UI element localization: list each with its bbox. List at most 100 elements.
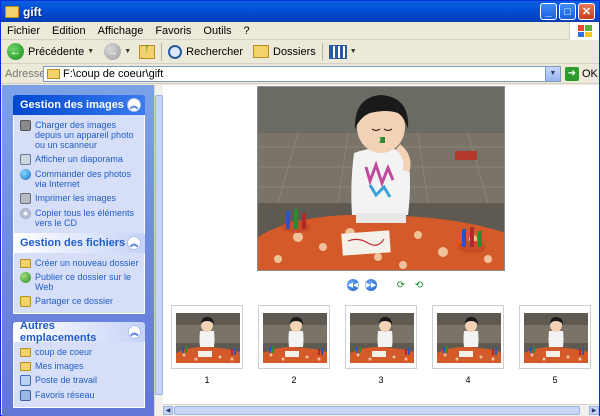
search-button[interactable]: Rechercher [168, 44, 243, 59]
horizontal-scrollbar[interactable]: ◀ ▶ [163, 404, 599, 416]
next-image-button[interactable]: ▶▶ [365, 279, 377, 291]
go-arrow-icon: ➜ [565, 66, 579, 81]
menu-help[interactable]: ? [238, 25, 256, 37]
chevron-down-icon[interactable]: ▼ [124, 48, 131, 55]
task-pane-scrollbar[interactable] [154, 85, 163, 416]
task-label[interactable]: Imprimer les images [35, 193, 116, 203]
task-slideshow[interactable]: Afficher un diaporama [20, 154, 140, 165]
files-panel-header[interactable]: Gestion des fichiers ︽ [13, 233, 145, 253]
menu-edition[interactable]: Edition [46, 25, 92, 37]
menu-fichier[interactable]: Fichier [1, 25, 46, 37]
search-icon [168, 44, 183, 59]
place-coup-de-coeur[interactable]: coup de coeur [20, 347, 140, 357]
thumbnail-photo [176, 313, 240, 363]
task-order-prints[interactable]: Commander des photos via Internet [20, 169, 140, 189]
chevron-down-icon[interactable]: ▼ [350, 48, 357, 55]
computer-icon [20, 375, 31, 386]
thumbnail[interactable] [519, 305, 591, 369]
rotate-clockwise-button[interactable]: ⟳ [395, 280, 407, 291]
preview-controls: ◀◀ ▶▶ ⟳ ⟲ [347, 279, 425, 291]
place-label[interactable]: coup de coeur [35, 347, 92, 357]
thumbnail-photo [524, 313, 588, 363]
files-panel-body: Créer un nouveau dossier Publier ce doss… [13, 253, 145, 314]
places-panel-body: coup de coeur Mes images Poste de travai… [13, 342, 145, 408]
thumbnail[interactable] [345, 305, 417, 369]
explorer-window: gift _ □ ✕ Fichier Edition Affichage Fav… [0, 0, 600, 416]
menu-affichage[interactable]: Affichage [92, 25, 150, 37]
thumbnail[interactable] [258, 305, 330, 369]
toolbar-separator [161, 42, 163, 61]
collapse-chevron-icon[interactable]: ︽ [127, 236, 141, 250]
task-publish-web[interactable]: Publier ce dossier sur le Web [20, 272, 140, 292]
chevron-down-icon[interactable]: ▼ [545, 66, 560, 81]
collapse-chevron-icon[interactable]: ︽ [127, 98, 141, 112]
place-mes-images[interactable]: Mes images [20, 361, 140, 371]
back-button[interactable]: ← Précédente ▼ [7, 43, 94, 60]
folder-icon [47, 68, 60, 79]
maximize-button[interactable]: □ [559, 3, 576, 20]
chevron-down-icon[interactable]: ▼ [87, 48, 94, 55]
close-button[interactable]: ✕ [578, 3, 595, 20]
toolbar-separator [321, 42, 323, 61]
title-bar[interactable]: gift _ □ ✕ [1, 1, 599, 22]
go-button[interactable]: ➜ OK [565, 66, 598, 81]
task-label[interactable]: Copier tous les éléments vers le CD [35, 208, 140, 228]
cd-icon [20, 208, 31, 219]
task-new-folder[interactable]: Créer un nouveau dossier [20, 258, 140, 268]
scroll-right-icon[interactable]: ▶ [589, 406, 599, 415]
task-label[interactable]: Charger des images depuis un appareil ph… [35, 120, 140, 150]
thumbnail-label: 2 [291, 375, 297, 385]
address-field[interactable]: F:\coup de coeur\gift ▼ [43, 65, 561, 82]
task-label[interactable]: Partager ce dossier [35, 296, 113, 306]
menu-favoris[interactable]: Favoris [149, 25, 197, 37]
places-panel-header[interactable]: Autres emplacements ︽ [13, 320, 145, 344]
task-label[interactable]: Afficher un diaporama [35, 154, 123, 164]
rotate-counterclockwise-button[interactable]: ⟲ [413, 280, 425, 291]
place-poste-de-travail[interactable]: Poste de travail [20, 375, 140, 386]
place-label[interactable]: Favoris réseau [35, 390, 95, 400]
filmstrip: 1 2 3 4 5 [171, 305, 591, 391]
minimize-button[interactable]: _ [540, 3, 557, 20]
panel-title: Autres emplacements [20, 320, 97, 344]
views-button[interactable]: ▼ [328, 44, 357, 59]
task-label[interactable]: Créer un nouveau dossier [35, 258, 139, 268]
forward-button[interactable]: → ▼ [104, 43, 131, 60]
back-arrow-icon: ← [7, 43, 24, 60]
thumbnail[interactable] [432, 305, 504, 369]
place-label[interactable]: Mes images [35, 361, 84, 371]
thumbnail-label: 3 [378, 375, 384, 385]
image-preview[interactable] [257, 86, 505, 271]
task-load-images[interactable]: Charger des images depuis un appareil ph… [20, 120, 140, 150]
thumbnail[interactable] [171, 305, 243, 369]
images-panel-header[interactable]: Gestion des images ︽ [13, 95, 145, 115]
filmstrip-view: ◀◀ ▶▶ ⟳ ⟲ 1 2 3 4 5 [163, 85, 599, 404]
task-label[interactable]: Commander des photos via Internet [35, 169, 140, 189]
task-copy-to-cd[interactable]: Copier tous les éléments vers le CD [20, 208, 140, 228]
forward-arrow-icon: → [104, 43, 122, 60]
back-label: Précédente [28, 45, 85, 58]
thumbnail-photo [437, 313, 501, 363]
scrollbar-thumb[interactable] [155, 95, 163, 395]
web-publish-icon [20, 272, 31, 283]
task-label[interactable]: Publier ce dossier sur le Web [35, 272, 140, 292]
previous-image-button[interactable]: ◀◀ [347, 279, 359, 291]
folders-button[interactable]: Dossiers [253, 45, 316, 58]
up-folder-button[interactable]: ↑ [139, 42, 156, 59]
places-panel: Autres emplacements ︽ coup de coeur Mes … [13, 320, 145, 408]
network-icon [20, 390, 31, 401]
folder-icon [20, 362, 31, 371]
task-share-folder[interactable]: Partager ce dossier [20, 296, 140, 307]
panel-title: Gestion des fichiers [20, 237, 126, 249]
task-print-images[interactable]: Imprimer les images [20, 193, 140, 204]
new-folder-icon [20, 259, 31, 268]
place-favoris-reseau[interactable]: Favoris réseau [20, 390, 140, 401]
scroll-left-icon[interactable]: ◀ [163, 406, 173, 415]
address-value[interactable]: F:\coup de coeur\gift [63, 68, 545, 80]
collapse-chevron-icon[interactable]: ︽ [127, 325, 141, 339]
menu-outils[interactable]: Outils [197, 25, 237, 37]
thumbnail-photo [263, 313, 327, 363]
scrollbar-thumb[interactable] [174, 406, 580, 415]
up-folder-icon: ↑ [139, 42, 156, 59]
place-label[interactable]: Poste de travail [35, 375, 97, 385]
windows-logo-icon [569, 22, 599, 40]
